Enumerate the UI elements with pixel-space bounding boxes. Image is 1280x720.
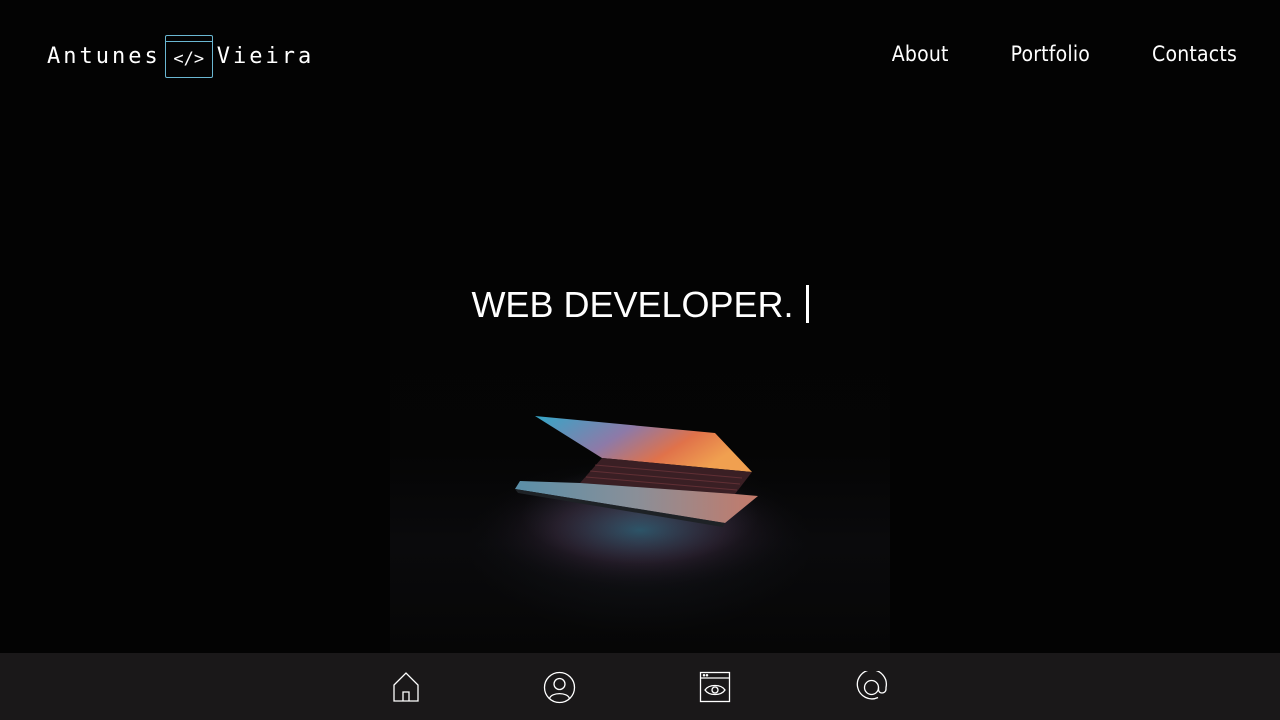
nav-link-about[interactable]: About [892, 42, 949, 66]
bottom-nav-bar [0, 653, 1280, 720]
logo[interactable]: Antunes </> Vieira [47, 35, 314, 78]
home-icon[interactable] [389, 670, 423, 704]
code-brackets-icon: </> [164, 35, 213, 78]
logo-right-word: Vieira [216, 43, 315, 69]
nav-link-contacts[interactable]: Contacts [1152, 42, 1237, 66]
logo-left-word: Antunes [47, 43, 161, 69]
logo-mark-text: </> [173, 49, 205, 69]
site-header: Antunes </> Vieira About Portfolio Conta… [0, 0, 1280, 115]
hero-headline-text: WEB DEVELOPER. [471, 284, 794, 325]
text-cursor [805, 285, 809, 323]
main-nav: About Portfolio Contacts [892, 42, 1237, 66]
hero-laptop-image [390, 290, 890, 653]
profile-icon[interactable] [542, 670, 576, 704]
nav-link-portfolio[interactable]: Portfolio [1011, 42, 1090, 66]
contact-at-icon[interactable] [854, 670, 888, 704]
portfolio-icon[interactable] [698, 670, 732, 704]
hero-headline: WEB DEVELOPER. [0, 283, 1280, 327]
